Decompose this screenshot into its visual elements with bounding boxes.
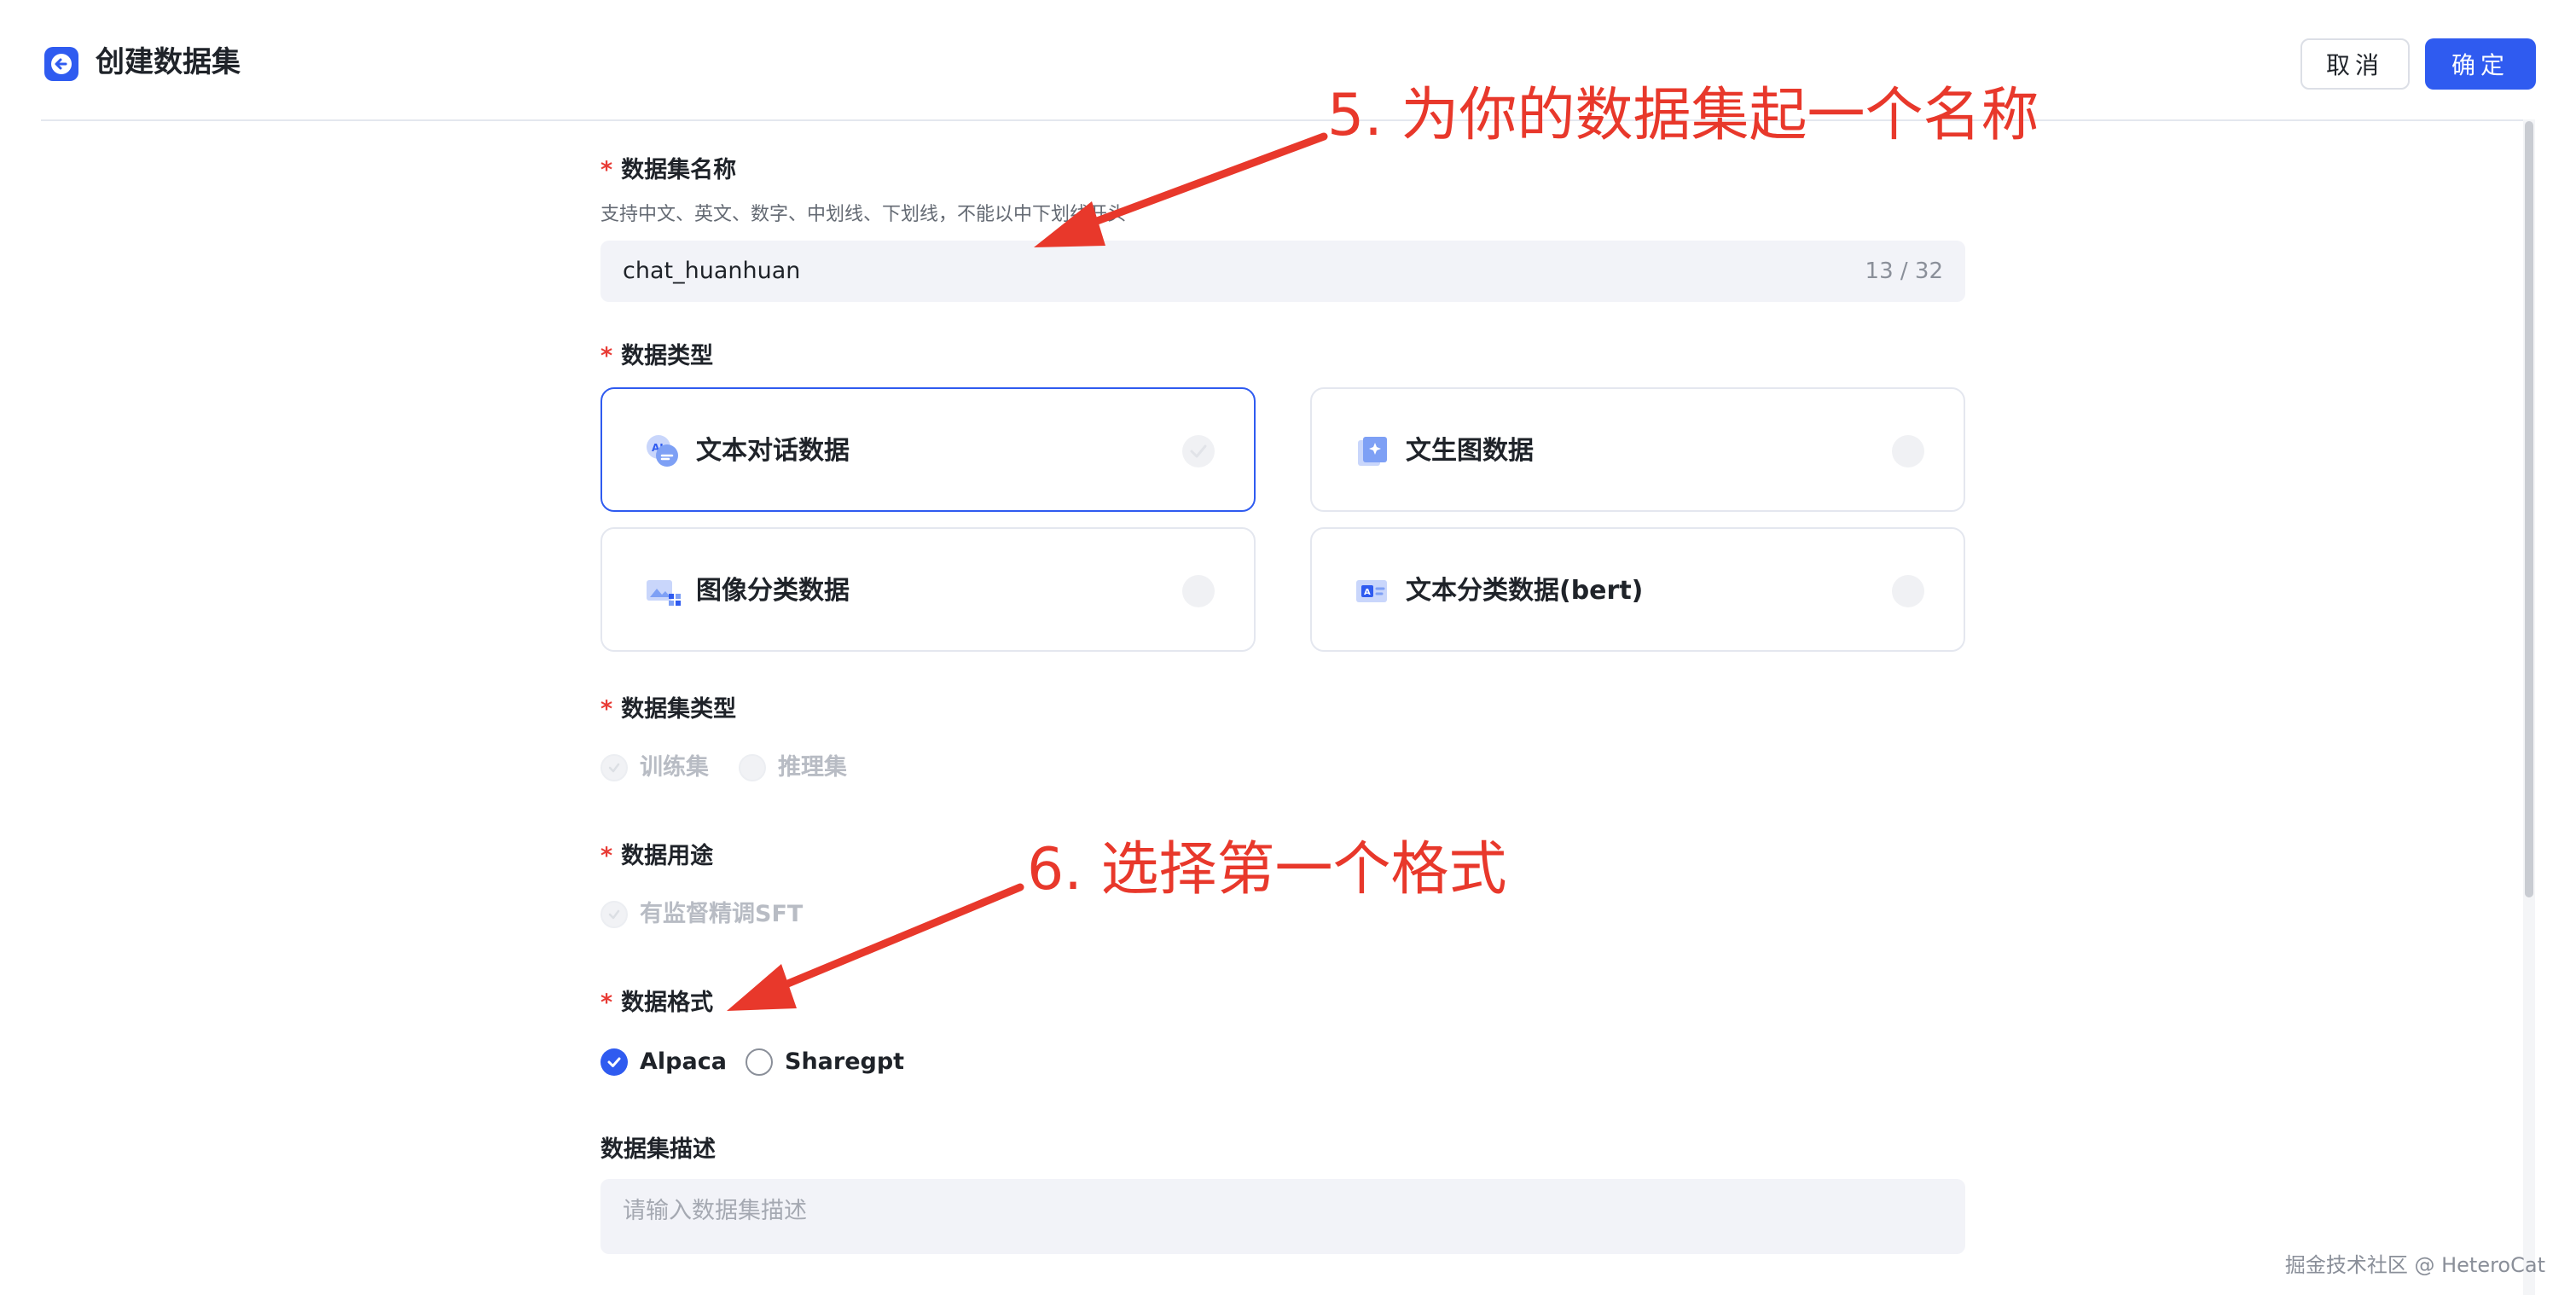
check-circle-icon (1182, 435, 1215, 467)
check-circle-icon (600, 901, 628, 928)
required-mark: * (600, 990, 613, 1016)
radio-sharegpt[interactable]: Sharegpt (746, 1045, 904, 1079)
back-button[interactable] (44, 47, 78, 81)
cancel-button[interactable]: 取消 (2300, 38, 2410, 90)
annotation-step5: 5. 为你的数据集起一个名称 (1327, 82, 2039, 149)
data-format-label: * 数据格式 (600, 990, 714, 1016)
description-placeholder: 请输入数据集描述 (623, 1198, 807, 1224)
image-classify-icon (647, 580, 681, 606)
radio-inference-set[interactable]: 推理集 (739, 751, 847, 785)
data-type-card-text-dialog[interactable]: AI 文本对话数据 (600, 387, 1256, 512)
check-circle-icon (1892, 435, 1924, 467)
radio-circle-icon (746, 1048, 773, 1076)
data-type-card-label: 文本分类数据(bert) (1406, 576, 1644, 606)
dataset-name-label: * 数据集名称 (600, 157, 737, 183)
arrow-left-icon (51, 54, 72, 74)
top-bar: 创建数据集 取消 确定 (0, 0, 2576, 120)
data-type-card-text-to-image[interactable]: 文生图数据 (1310, 387, 1965, 512)
required-mark: * (600, 696, 613, 723)
check-circle-icon (600, 1048, 628, 1076)
radio-training-set[interactable]: 训练集 (600, 751, 709, 785)
confirm-button[interactable]: 确定 (2425, 38, 2536, 90)
text-to-image-icon (1358, 437, 1387, 466)
dataset-name-input[interactable]: chat_huanhuan 13 / 32 (600, 241, 1965, 302)
chat-ai-icon: AI (647, 435, 678, 467)
dataset-set-type-label: * 数据集类型 (600, 696, 737, 723)
data-type-label: * 数据类型 (600, 343, 714, 369)
dataset-description-input[interactable]: 请输入数据集描述 (600, 1179, 1965, 1254)
radio-alpaca[interactable]: Alpaca (600, 1045, 727, 1079)
check-circle-icon (1182, 575, 1215, 607)
dataset-description-label: 数据集描述 (600, 1136, 716, 1163)
check-circle-icon (1892, 575, 1924, 607)
svg-text:A: A (1364, 588, 1371, 597)
data-usage-label: * 数据用途 (600, 843, 714, 869)
data-type-card-label: 图像分类数据 (696, 576, 850, 606)
scrollbar-thumb[interactable] (2525, 121, 2533, 897)
data-type-card-text-classify[interactable]: A 文本分类数据(bert) (1310, 527, 1965, 652)
radio-circle-icon (739, 754, 766, 781)
annotation-arrows (727, 132, 1328, 1011)
data-type-card-label: 文生图数据 (1406, 436, 1534, 466)
check-circle-icon (600, 754, 628, 781)
required-mark: * (600, 343, 613, 369)
header-divider (41, 119, 2532, 121)
required-mark: * (600, 157, 613, 183)
dataset-name-hint: 支持中文、英文、数字、中划线、下划线，不能以中下划线开头 (600, 204, 1127, 225)
data-type-card-label: 文本对话数据 (696, 436, 850, 466)
text-classify-icon: A (1356, 580, 1387, 602)
dataset-name-value: chat_huanhuan (623, 258, 801, 284)
checkbox-sft[interactable]: 有监督精调SFT (600, 897, 803, 932)
annotation-step6: 6. 选择第一个格式 (1027, 836, 1507, 903)
data-type-card-image-classify[interactable]: 图像分类数据 (600, 527, 1256, 652)
required-mark: * (600, 843, 613, 869)
arrow-step5 (1034, 132, 1328, 247)
page-title: 创建数据集 (96, 45, 241, 79)
watermark: 掘金技术社区 @ HeteroCat (2284, 1253, 2545, 1277)
char-counter: 13 / 32 (1865, 258, 1943, 284)
